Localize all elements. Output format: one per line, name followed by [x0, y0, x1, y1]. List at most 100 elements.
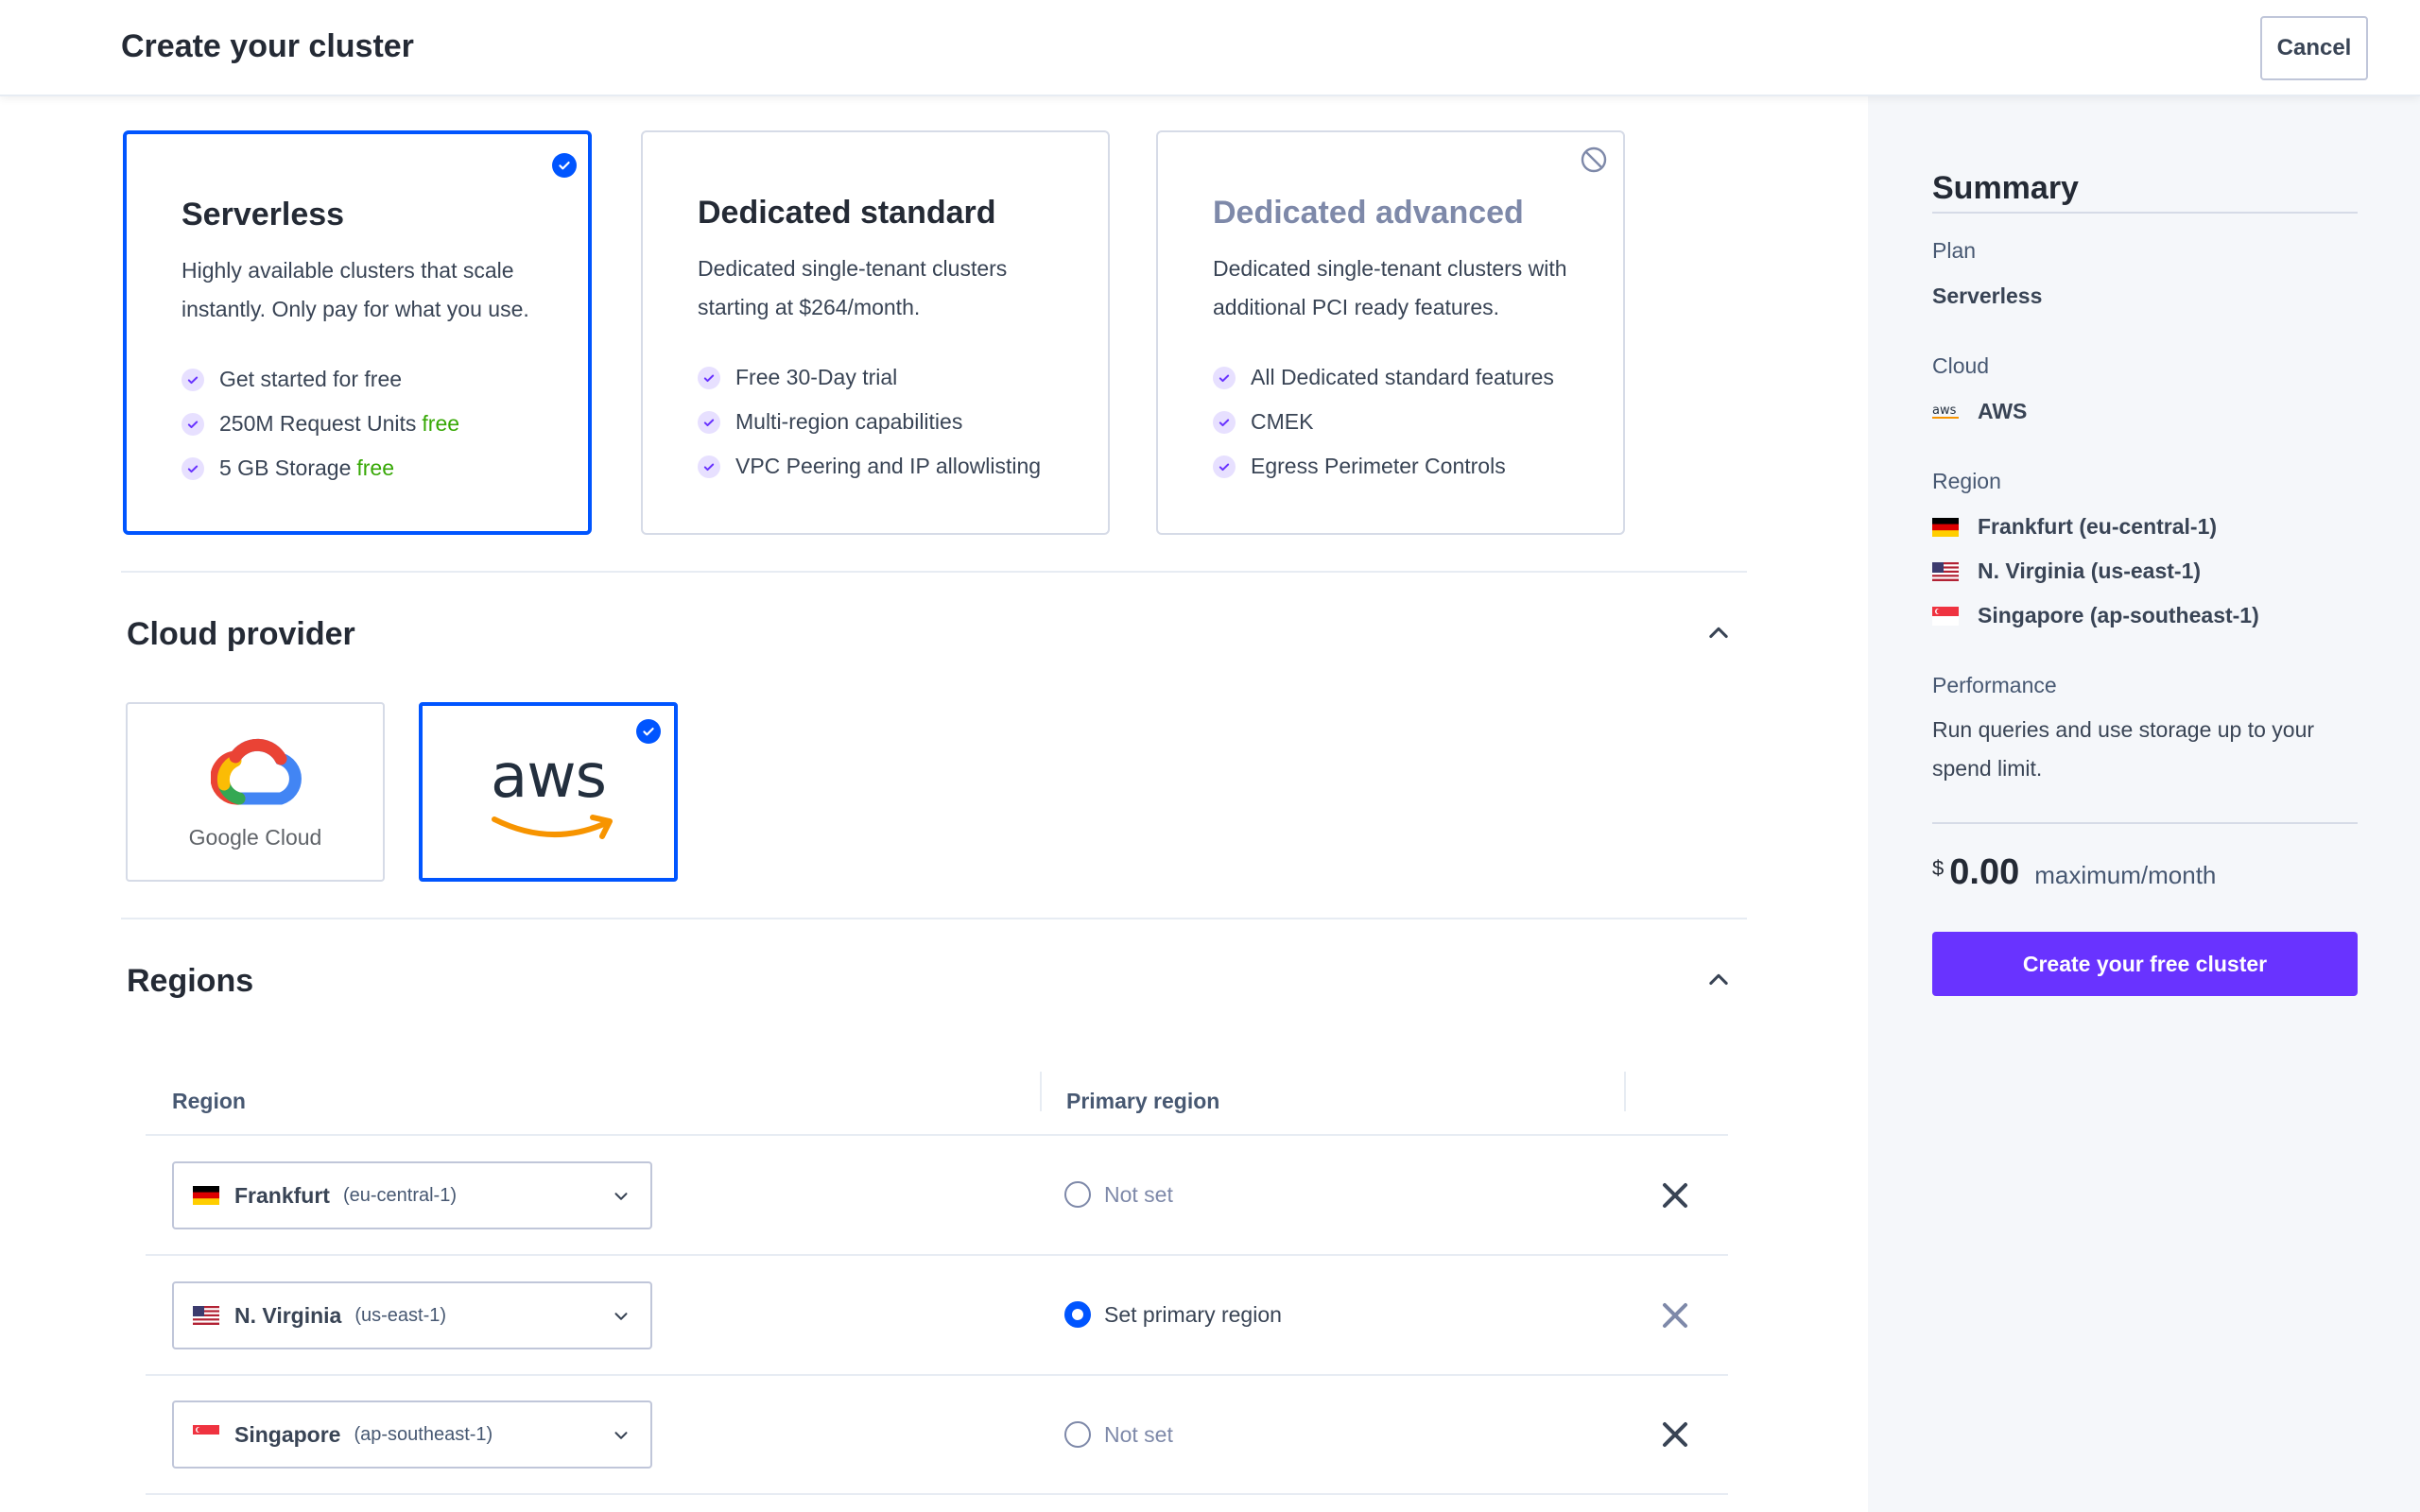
top-bar: Create your cluster Cancel [0, 0, 2420, 96]
primary-region-radio-n-virginia[interactable]: Set primary region [1064, 1301, 1282, 1328]
plan-features: Get started for free 250M Request Units f… [182, 357, 459, 490]
region-name: N. Virginia [234, 1302, 342, 1328]
summary-region-item: Frankfurt (eu-central-1) [1932, 514, 2217, 540]
region-code: (eu-central-1) [342, 1184, 457, 1206]
feature-item: CMEK [1213, 400, 1554, 444]
not-allowed-icon [1581, 146, 1607, 173]
page-title: Create your cluster [121, 28, 414, 64]
section-divider [121, 918, 1747, 919]
summary-region-item: N. Virginia (us-east-1) [1932, 558, 2201, 584]
performance-text: Run queries and use storage up to your s… [1932, 717, 2315, 781]
plan-label: Plan [1932, 238, 1977, 263]
feature-item: Egress Perimeter Controls [1213, 444, 1554, 489]
check-icon [1213, 366, 1236, 389]
primary-region-label: Not set [1104, 1421, 1173, 1447]
primary-region-label: Not set [1104, 1181, 1173, 1207]
column-header-region: Region [172, 1089, 246, 1113]
google-cloud-logo-icon [211, 738, 302, 805]
create-free-cluster-button[interactable]: Create your free cluster [1932, 932, 2358, 996]
region-code: (us-east-1) [354, 1304, 447, 1326]
chevron-down-icon [611, 1425, 631, 1446]
google-cloud-label: Google Cloud [188, 825, 322, 850]
collapse-regions-button[interactable] [1702, 963, 1736, 997]
collapse-cloud-provider-button[interactable] [1702, 616, 1736, 650]
feature-item: 250M Request Units free [182, 402, 459, 446]
chevron-up-icon [1705, 620, 1732, 646]
radio-button[interactable] [1064, 1181, 1091, 1208]
radio-button[interactable] [1064, 1421, 1091, 1448]
check-icon [698, 366, 720, 389]
germany-flag-icon [1932, 518, 1959, 537]
provider-card-google-cloud[interactable]: Google Cloud [126, 702, 385, 882]
table-row-divider [146, 1254, 1728, 1256]
us-flag-icon [193, 1306, 219, 1325]
check-icon [1213, 410, 1236, 434]
feature-item: Free 30-Day trial [698, 355, 1041, 400]
feature-item: 5 GB Storage free [182, 446, 459, 490]
summary-sidebar: Summary Plan Serverless Cloud aws AWS Re… [1868, 96, 2420, 1512]
region-name: Frankfurt [234, 1182, 330, 1208]
price-display: $ 0.00 maximum/month [1932, 852, 2216, 893]
germany-flag-icon [193, 1186, 219, 1205]
check-icon [698, 410, 720, 434]
plan-title: Dedicated standard [698, 195, 996, 231]
chevron-up-icon [1705, 967, 1732, 993]
plan-title: Serverless [182, 197, 345, 232]
cloud-value: AWS [1978, 399, 2028, 423]
close-icon [1663, 1303, 1687, 1328]
feature-item: All Dedicated standard features [1213, 355, 1554, 400]
plan-card-serverless[interactable]: Serverless Highly available clusters tha… [123, 130, 592, 535]
cloud-label: Cloud [1932, 353, 1990, 378]
column-separator [1040, 1072, 1042, 1111]
chevron-down-icon [611, 1306, 631, 1327]
region-select-n-virginia[interactable]: N. Virginia (us-east-1) [172, 1281, 652, 1349]
us-flag-icon [1932, 562, 1959, 581]
primary-region-radio-frankfurt[interactable]: Not set [1064, 1181, 1173, 1208]
summary-region-item: Singapore (ap-southeast-1) [1932, 603, 2259, 628]
remove-region-button[interactable] [1656, 1177, 1694, 1214]
check-icon [698, 455, 720, 478]
provider-card-aws[interactable]: aws [419, 702, 678, 882]
region-code: (ap-southeast-1) [354, 1423, 493, 1445]
aws-logo-text: aws [491, 742, 607, 812]
region-select-singapore[interactable]: Singapore (ap-southeast-1) [172, 1400, 652, 1469]
selected-check-icon [636, 719, 661, 744]
plan-features: All Dedicated standard features CMEK Egr… [1213, 355, 1554, 489]
performance-label: Performance [1932, 673, 2057, 697]
region-select-frankfurt[interactable]: Frankfurt (eu-central-1) [172, 1161, 652, 1229]
singapore-flag-icon [193, 1425, 219, 1444]
remove-region-button[interactable] [1656, 1416, 1694, 1453]
amazon-smile-icon [492, 815, 613, 839]
radio-button-selected[interactable] [1064, 1301, 1091, 1328]
cloud-provider-title: Cloud provider [127, 616, 355, 652]
plan-description: Dedicated single-tenant clusters with ad… [1213, 256, 1567, 319]
plan-card-dedicated-advanced: Dedicated advanced Dedicated single-tena… [1156, 130, 1625, 535]
primary-region-radio-singapore[interactable]: Not set [1064, 1421, 1173, 1448]
summary-divider [1932, 822, 2358, 824]
close-icon [1663, 1183, 1687, 1208]
plan-description: Highly available clusters that scale ins… [182, 258, 529, 321]
section-divider [121, 571, 1747, 573]
cancel-button[interactable]: Cancel [2260, 16, 2368, 80]
remove-region-button[interactable] [1656, 1297, 1694, 1334]
selected-check-icon [552, 153, 577, 178]
singapore-flag-icon [1932, 607, 1959, 626]
feature-item: Multi-region capabilities [698, 400, 1041, 444]
plan-title: Dedicated advanced [1213, 195, 1524, 231]
summary-divider [1932, 212, 2358, 214]
check-icon [1213, 455, 1236, 478]
feature-item: Get started for free [182, 357, 459, 402]
column-header-primary-region: Primary region [1066, 1089, 1220, 1113]
cloud-value-row: aws AWS [1932, 399, 2027, 424]
primary-region-label: Set primary region [1104, 1301, 1282, 1327]
table-row-divider [146, 1374, 1728, 1376]
free-highlight: free [422, 411, 460, 436]
region-label: Region [1932, 469, 2001, 493]
price-period: maximum/month [2034, 861, 2217, 889]
plan-card-dedicated-standard[interactable]: Dedicated standard Dedicated single-tena… [641, 130, 1110, 535]
region-name: Singapore [234, 1421, 341, 1447]
plan-features: Free 30-Day trial Multi-region capabilit… [698, 355, 1041, 489]
column-separator [1624, 1072, 1626, 1111]
currency-symbol: $ [1932, 856, 1945, 880]
price-amount: 0.00 [1949, 852, 2020, 892]
